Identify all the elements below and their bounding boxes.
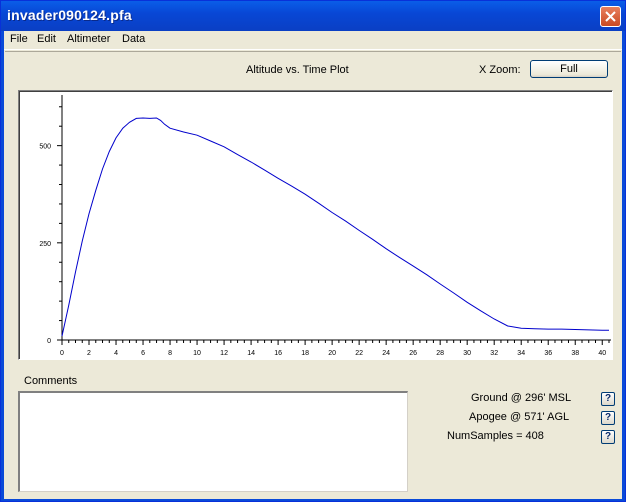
menu-data[interactable]: Data (122, 33, 145, 45)
altitude-plot[interactable]: 0 2 4 6 8 10 12 14 16 18 20 22 24 26 28 30 32 34 36 38 40 0 25… (18, 90, 613, 360)
x-tick-label: 2 (87, 350, 91, 357)
x-tick-label: 8 (168, 350, 172, 357)
x-tick-label: 32 (490, 350, 498, 357)
x-tick-label: 18 (301, 350, 309, 357)
x-tick-label: 30 (463, 350, 471, 357)
xzoom-label: X Zoom: (479, 64, 521, 76)
y-tick-label: 0 (47, 338, 51, 345)
close-button[interactable] (600, 6, 621, 27)
title-bar[interactable]: invader090124.pfa (1, 1, 625, 31)
x-tick-label: 28 (436, 350, 444, 357)
comments-label: Comments (24, 375, 78, 387)
menu-file[interactable]: File (10, 33, 28, 45)
y-tick-label: 500 (39, 144, 51, 151)
x-tick-label: 6 (141, 350, 145, 357)
main-panel: Altitude vs. Time Plot X Zoom: Full 0246… (5, 51, 621, 498)
x-tick-label: 0 (60, 350, 64, 357)
samples-help-button[interactable]: ? (601, 430, 615, 444)
x-tick-label: 12 (220, 350, 228, 357)
zoom-full-button[interactable]: Full (530, 60, 608, 78)
menu-edit[interactable]: Edit (37, 33, 56, 45)
altitude-chart: 0 2 4 6 8 10 12 14 16 18 20 22 24 26 28 30 32 34 36 38 40025… (39, 95, 611, 357)
close-icon (605, 11, 616, 22)
client-area: File Edit Altimeter Data Altitude vs. Ti… (4, 31, 622, 499)
comments-textarea[interactable] (18, 391, 408, 492)
ground-help-button[interactable]: ? (601, 392, 615, 406)
y-tick-label: 250 (39, 241, 51, 248)
num-samples: NumSamples = 408 (447, 430, 544, 442)
x-tick-label: 34 (517, 350, 525, 357)
plot-title: Altitude vs. Time Plot (246, 64, 349, 76)
x-tick-label: 10 (193, 350, 201, 357)
x-tick-label: 36 (544, 350, 552, 357)
x-tick-label: 24 (382, 350, 390, 357)
menu-bar: File Edit Altimeter Data (4, 31, 622, 50)
ground-elevation: Ground @ 296' MSL (471, 392, 572, 404)
x-tick-label: 16 (274, 350, 282, 357)
x-tick-label: 20 (328, 350, 336, 357)
altitude-series-line (61, 117, 609, 337)
x-tick-label: 22 (355, 350, 363, 357)
x-tick-label: 38 (571, 350, 579, 357)
menu-altimeter[interactable]: Altimeter (67, 33, 110, 45)
apogee-help-button[interactable]: ? (601, 411, 615, 425)
x-tick-label: 40 (598, 350, 606, 357)
apogee-altitude: Apogee @ 571' AGL (469, 411, 570, 423)
x-tick-label: 14 (247, 350, 255, 357)
x-tick-label: 26 (409, 350, 417, 357)
window-title: invader090124.pfa (7, 7, 132, 23)
x-tick-label: 4 (114, 350, 118, 357)
application-window: invader090124.pfa File Edit Altimeter Da… (0, 0, 626, 502)
